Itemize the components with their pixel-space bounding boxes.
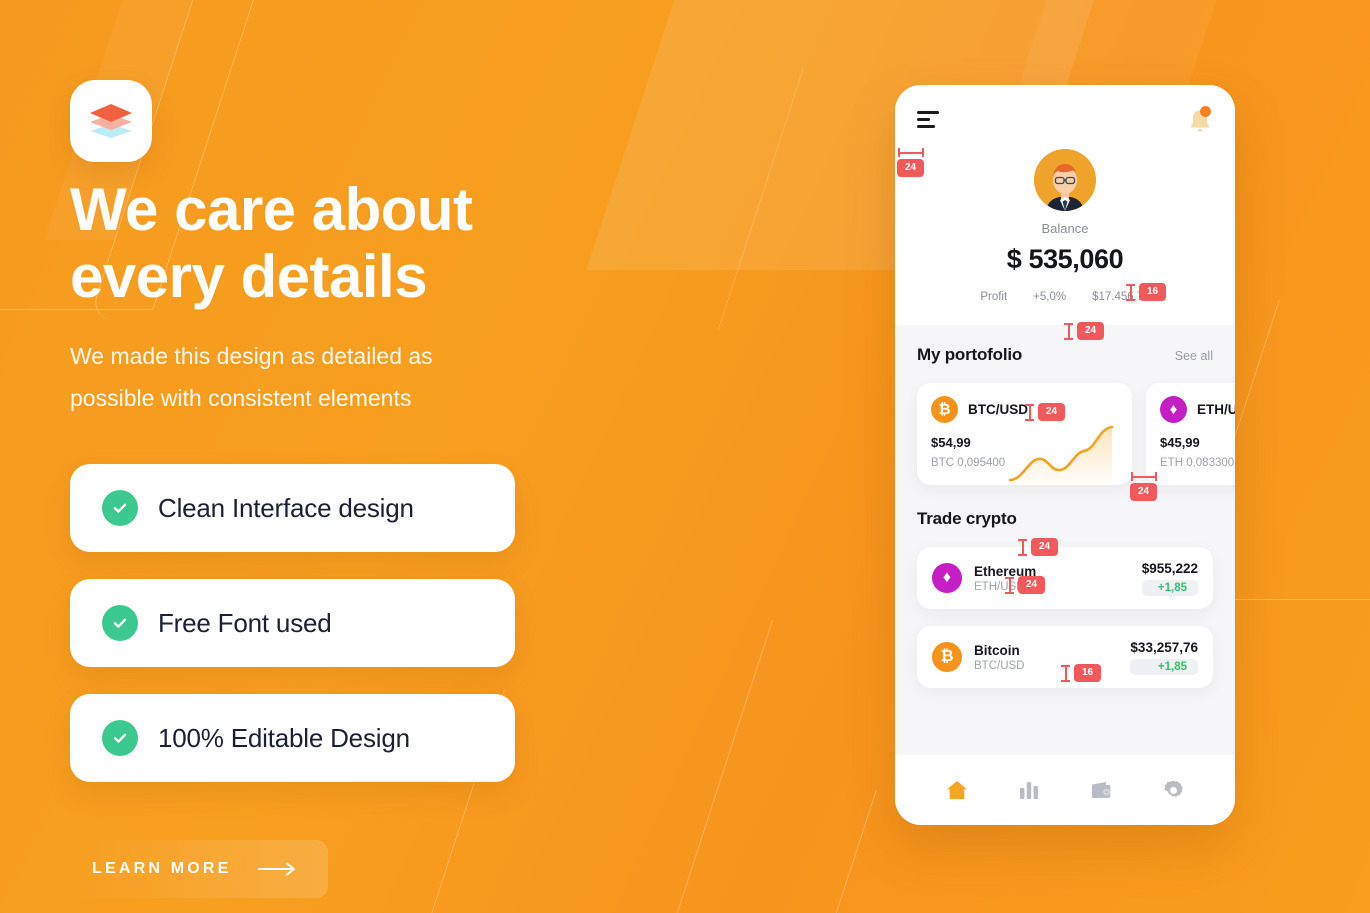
hero-subtitle: We made this design as detailed as possi… — [70, 343, 433, 412]
feature-label: Free Font used — [158, 607, 332, 638]
measurement-marker: 24 — [1025, 403, 1066, 421]
caliper-vertical-icon — [1126, 283, 1135, 301]
measurement-marker: 16 — [1061, 664, 1102, 682]
measurement-value: 24 — [1018, 576, 1046, 594]
feature-list: Clean Interface design Free Font used 10… — [70, 464, 750, 783]
profit-percent: +5,0% — [1033, 291, 1067, 303]
ethereum-icon: ♦ — [1160, 396, 1187, 423]
measurement-marker: 24 — [897, 148, 925, 177]
trade-pair: ETH/USD — [974, 580, 1025, 593]
trade-change-badge: +1,85 — [1130, 658, 1198, 675]
measurement-marker: 24 — [1130, 472, 1158, 501]
trade-values: $33,257,76 +1,85 — [1130, 640, 1198, 675]
trade-price: $955,222 — [1141, 560, 1198, 576]
measurement-value: 24 — [897, 159, 925, 177]
feature-label: 100% Editable Design — [158, 722, 410, 753]
learn-more-button[interactable]: LEARN MORE — [70, 840, 328, 899]
sparkline-chart — [1008, 425, 1114, 485]
user-avatar-icon[interactable] — [1034, 149, 1096, 211]
trade-values: $955,222 +1,85 — [1141, 560, 1198, 596]
caliper-vertical-icon — [1061, 664, 1070, 682]
portfolio-card[interactable]: ♦ ETH/USD $45,99 ETH 0,083300 — [1146, 383, 1235, 485]
coin-price: $45,99 — [1160, 435, 1200, 450]
measurement-value: 24 — [1077, 322, 1105, 340]
trade-header: Trade crypto — [917, 509, 1213, 529]
hamburger-menu-icon[interactable] — [917, 107, 943, 128]
check-circle-icon — [102, 720, 138, 757]
home-icon[interactable] — [940, 773, 974, 807]
caliper-horizontal-icon — [1130, 472, 1157, 481]
layers-stack-icon — [88, 101, 134, 141]
ethereum-icon: ♦ — [932, 563, 962, 593]
balance-value: $ 535,060 — [1006, 244, 1124, 274]
measurement-marker: 24 — [1018, 538, 1059, 556]
coin-pair: BTC/USD — [968, 402, 1028, 417]
coin-amount: ETH 0,083300 — [1160, 457, 1235, 469]
portfolio-header: My portofolio See all — [917, 345, 1213, 365]
bitcoin-icon: ₿ — [931, 396, 958, 423]
feature-label: Clean Interface design — [158, 492, 414, 523]
portfolio-title: My portofolio — [917, 345, 1023, 364]
portfolio-card[interactable]: ₿ BTC/USD $54,99 BTC 0,095400 — [917, 383, 1132, 485]
check-circle-icon — [102, 605, 138, 642]
measurement-value: 24 — [1031, 538, 1059, 556]
bar-chart-icon[interactable] — [1012, 773, 1046, 807]
coin-pair: ETH/USD — [1197, 402, 1235, 417]
measurement-marker: 24 — [1005, 576, 1046, 594]
trade-name: Bitcoin — [974, 642, 1020, 658]
trade-name: Ethereum — [974, 563, 1037, 579]
feature-card[interactable]: Free Font used — [70, 579, 515, 668]
caliper-horizontal-icon — [897, 148, 924, 157]
hero-column: We care about every details We made this… — [70, 80, 750, 899]
trade-names: Ethereum ETH/USD — [974, 564, 1130, 593]
measurement-value: 24 — [1130, 483, 1158, 501]
measurement-marker: 24 — [1064, 322, 1105, 340]
balance-label: Balance — [1041, 221, 1089, 236]
trade-price: $33,257,76 — [1130, 639, 1198, 655]
gear-icon[interactable] — [1156, 773, 1190, 807]
check-circle-icon — [102, 490, 138, 527]
caliper-vertical-icon — [1018, 538, 1027, 556]
coin-amount: BTC 0,095400 — [931, 457, 1006, 469]
app-topbar — [917, 106, 1213, 137]
feature-card[interactable]: Clean Interface design — [70, 464, 515, 553]
feature-card[interactable]: 100% Editable Design — [70, 694, 515, 783]
measurement-marker: 16 — [1126, 283, 1167, 301]
phone-header: Balance $ 535,060 Profit +5,0% $17.456.7… — [895, 85, 1235, 325]
caliper-vertical-icon — [1025, 403, 1034, 421]
trade-title: Trade crypto — [917, 509, 1017, 528]
bottom-tabbar — [895, 755, 1235, 825]
arrow-right-icon — [257, 862, 298, 876]
page-title: We care about every details — [70, 176, 473, 311]
poster-canvas: We care about every details We made this… — [0, 0, 1370, 913]
notification-dot — [1200, 106, 1211, 117]
see-all-link[interactable]: See all — [1175, 349, 1213, 363]
measurement-value: 16 — [1139, 283, 1167, 301]
trade-change-badge: +1,85 — [1141, 579, 1198, 596]
portfolio-card-row: ₿ BTC/USD $54,99 BTC 0,095400 ♦ ETH/U $4… — [917, 383, 1235, 485]
caliper-vertical-icon — [1005, 576, 1014, 594]
profit-label: Profit — [980, 291, 1008, 303]
phone-mockup: Balance $ 535,060 Profit +5,0% $17.456.7… — [895, 85, 1235, 825]
coin-price: $54,99 — [931, 435, 971, 450]
app-logo — [70, 80, 152, 162]
measurement-value: 24 — [1038, 403, 1066, 421]
profit-row: Profit +5,0% $17.456.75 — [917, 291, 1213, 325]
profile-block: Balance $ 535,060 — [917, 149, 1213, 275]
learn-more-label: LEARN MORE — [92, 860, 232, 878]
notification-bell-icon[interactable] — [1187, 106, 1213, 135]
bitcoin-icon: ₿ — [932, 642, 962, 672]
coin-header: ♦ ETH/USD — [1160, 396, 1235, 423]
trade-row[interactable]: ♦ Ethereum ETH/USD $955,222 +1,85 — [917, 547, 1213, 609]
caliper-vertical-icon — [1064, 322, 1073, 340]
phone-content: My portofolio See all ₿ BTC/USD $54,99 B… — [895, 325, 1235, 755]
wallet-icon[interactable] — [1084, 773, 1118, 807]
measurement-value: 16 — [1074, 664, 1102, 682]
